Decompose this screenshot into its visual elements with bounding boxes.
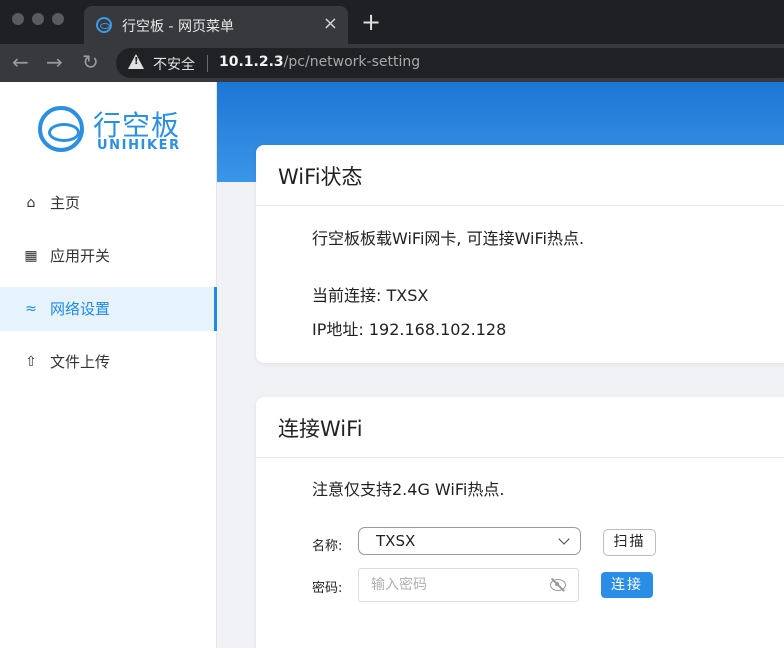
warning-icon[interactable]	[128, 54, 144, 69]
wifi-status-card: WiFi状态 行空板板载WiFi网卡, 可连接WiFi热点. 当前连接: TXS…	[256, 145, 784, 363]
sidebar: 行空板 UNIHIKER ⌂ 主页 ▦ 应用开关 ≈ 网络设置 ⇧ 文件上传	[0, 82, 217, 648]
window-close-dot[interactable]	[12, 13, 24, 25]
sidebar-item-app-switch[interactable]: ▦ 应用开关	[0, 234, 217, 278]
url-host: 10.1.2.3	[219, 54, 284, 70]
connect-wifi-card: 连接WiFi 注意仅支持2.4G WiFi热点. 名称: TXSX 扫描 密码:…	[256, 397, 784, 648]
chevron-down-icon	[558, 533, 570, 545]
card-header: 连接WiFi	[256, 397, 784, 458]
password-label: 密码:	[312, 581, 343, 596]
address-divider	[207, 55, 208, 72]
favicon-icon	[96, 17, 112, 33]
url-path: /pc/network-setting	[283, 54, 421, 70]
wifi-icon: ≈	[25, 301, 37, 317]
tab-title: 行空板 - 网页菜单	[122, 19, 234, 35]
logo-subtitle: UNIHIKER	[97, 138, 181, 153]
ssid-select[interactable]: TXSX	[358, 527, 581, 555]
ssid-label: 名称:	[312, 539, 343, 554]
sidebar-item-label: 应用开关	[50, 247, 111, 265]
wifi-note: 注意仅支持2.4G WiFi热点.	[312, 480, 505, 499]
browser-tab-bar: 行空板 - 网页菜单 × +	[0, 0, 784, 44]
card-title: 连接WiFi	[278, 417, 363, 441]
card-title: WiFi状态	[278, 165, 363, 189]
browser-toolbar: ← → ↻ 不安全 10.1.2.3/pc/network-setting	[0, 44, 784, 82]
connect-button[interactable]: 连接	[601, 572, 653, 598]
home-icon: ⌂	[26, 195, 36, 211]
scan-button[interactable]: 扫描	[603, 529, 656, 556]
back-icon[interactable]: ←	[12, 51, 29, 73]
window-minimize-dot[interactable]	[32, 13, 44, 25]
ip-address: IP地址: 192.168.102.128	[312, 320, 507, 339]
upload-icon: ⇧	[25, 354, 37, 370]
tab-close-icon[interactable]: ×	[323, 14, 338, 34]
ssid-value: TXSX	[376, 532, 416, 550]
sidebar-item-label: 主页	[50, 194, 81, 212]
eye-off-icon[interactable]	[550, 579, 566, 591]
forward-icon[interactable]: →	[46, 51, 63, 73]
sidebar-item-file-upload[interactable]: ⇧ 文件上传	[0, 340, 217, 384]
sidebar-item-label: 文件上传	[50, 353, 111, 371]
logo-icon	[38, 106, 84, 152]
browser-tab[interactable]: 行空板 - 网页菜单 ×	[84, 6, 348, 44]
wifi-description: 行空板板载WiFi网卡, 可连接WiFi热点.	[312, 229, 585, 248]
password-field-wrapper	[358, 568, 579, 602]
current-connection: 当前连接: TXSX	[312, 286, 429, 305]
window-zoom-dot[interactable]	[52, 13, 64, 25]
password-input[interactable]	[371, 576, 541, 594]
security-label[interactable]: 不安全	[153, 54, 195, 74]
address-bar[interactable]: 不安全 10.1.2.3/pc/network-setting	[116, 48, 784, 78]
grid-icon: ▦	[24, 248, 38, 264]
sidebar-item-network-settings[interactable]: ≈ 网络设置	[0, 287, 217, 331]
new-tab-icon[interactable]: +	[361, 10, 381, 34]
card-header: WiFi状态	[256, 145, 784, 206]
url-text[interactable]: 10.1.2.3/pc/network-setting	[219, 54, 420, 70]
reload-icon[interactable]: ↻	[82, 51, 99, 73]
sidebar-item-home[interactable]: ⌂ 主页	[0, 181, 217, 225]
sidebar-item-label: 网络设置	[50, 300, 111, 318]
